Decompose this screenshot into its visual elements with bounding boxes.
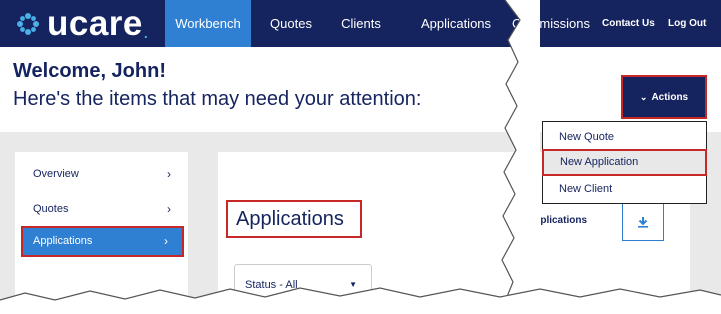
applications-panel-label: Applications (527, 215, 588, 226)
chevron-right-icon: › (164, 234, 168, 248)
caret-down-icon: ▼ (349, 280, 357, 289)
sidebar-item-label: Quotes (33, 203, 69, 215)
status-filter-value: Status - All (245, 279, 298, 291)
actions-button[interactable]: ⌄ Actions (621, 75, 707, 119)
sidebar-item-label: Overview (33, 168, 79, 180)
welcome-heading: Welcome, John! (13, 60, 166, 82)
logo-mark-icon (17, 13, 39, 35)
brand-logo[interactable]: ucare . (13, 4, 148, 43)
nav-clients[interactable]: Clients (333, 0, 389, 47)
actions-label: Actions (651, 91, 689, 103)
sidebar-item-applications[interactable]: Applications › (21, 226, 184, 257)
sidebar-item-quotes[interactable]: Quotes › (23, 195, 185, 223)
download-button[interactable] (622, 203, 664, 241)
menu-item-new-application[interactable]: New Application (542, 149, 707, 176)
menu-item-new-client[interactable]: New Client (543, 176, 706, 203)
nav-log-out[interactable]: Log Out (668, 0, 706, 47)
menu-item-new-quote[interactable]: New Quote (543, 124, 706, 151)
top-navigation: ucare . Workbench Quotes Clients Applica… (0, 0, 721, 47)
attention-subtitle: Here's the items that may need your atte… (13, 88, 422, 110)
brand-dot: . (143, 25, 148, 41)
chevron-down-icon: ⌄ (639, 91, 648, 102)
brand-name: ucare (47, 4, 143, 43)
sidebar-item-overview[interactable]: Overview › (23, 160, 185, 188)
page-title: Applications (226, 200, 362, 238)
chevron-right-icon: › (167, 167, 171, 181)
nav-contact-us[interactable]: Contact Us (602, 0, 655, 47)
actions-dropdown-menu: New Quote New Application New Client (542, 121, 707, 204)
nav-quotes[interactable]: Quotes (263, 0, 319, 47)
sidebar-item-label: Applications (33, 235, 93, 247)
chevron-right-icon: › (167, 202, 171, 216)
nav-commissions[interactable]: Commissions (508, 0, 594, 47)
download-icon (638, 217, 648, 228)
nav-workbench[interactable]: Workbench (165, 0, 251, 47)
status-filter-select[interactable]: Status - All ▼ (234, 264, 372, 304)
nav-applications[interactable]: Applications (410, 0, 502, 47)
